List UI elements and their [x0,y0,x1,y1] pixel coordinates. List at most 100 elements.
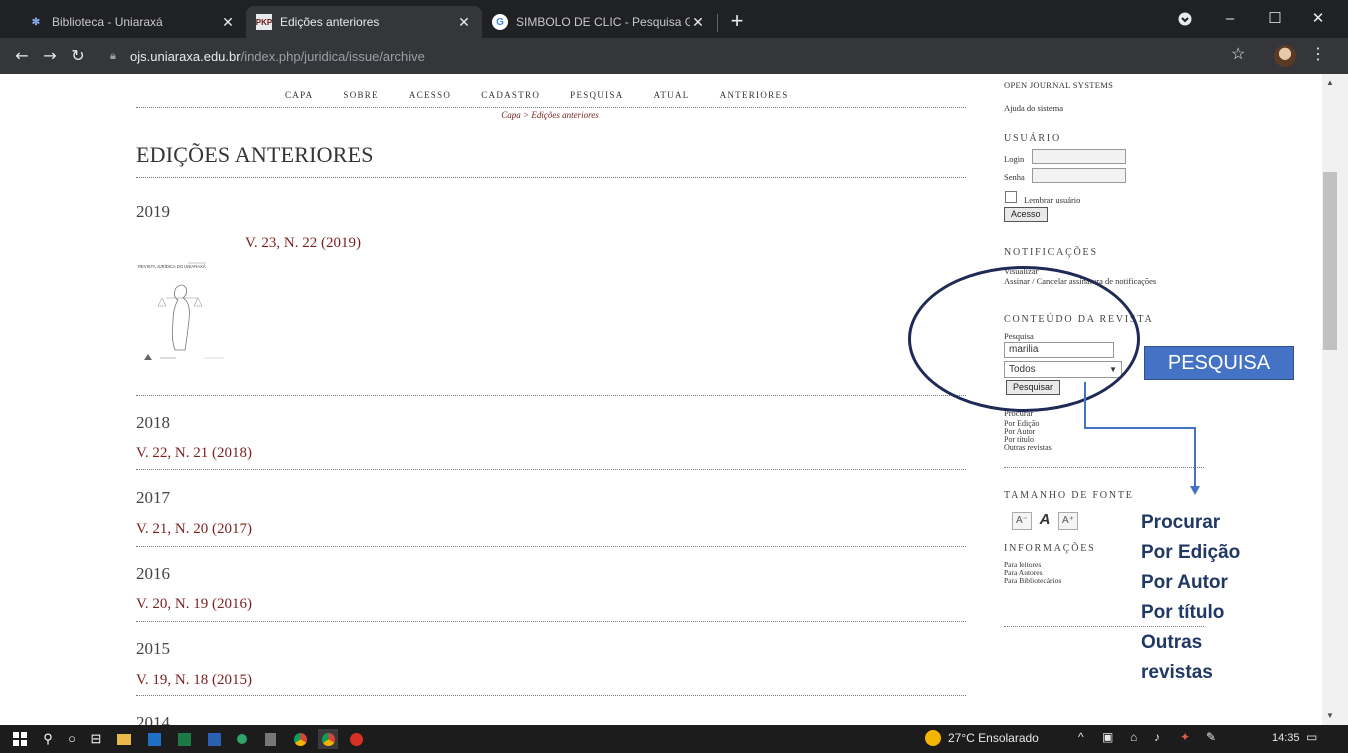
password-input[interactable] [1032,168,1126,183]
user-heading: USUÁRIO [1004,133,1062,144]
scroll-up-icon[interactable]: ▲ [1323,76,1337,90]
sun-icon [925,730,941,746]
search-icon[interactable]: ⚲ [38,729,58,749]
nav-acesso[interactable]: ACESSO [409,90,451,100]
nav-atual[interactable]: ATUAL [654,90,690,100]
chevron-up-icon[interactable]: ^ [1078,730,1084,744]
issue-link-2015[interactable]: V. 19, N. 18 (2015) [136,672,252,689]
notification-center-icon[interactable]: ▭ [1306,730,1317,744]
tab-title: Biblioteca - Uniaraxá [52,15,163,29]
divider [136,469,966,470]
help-link[interactable]: Ajuda do sistema [1004,103,1063,113]
close-window-button[interactable]: ✕ [1298,6,1338,32]
tray-red-icon[interactable]: ✦ [1180,730,1190,744]
page-title: EDIÇÕES ANTERIORES [136,142,374,167]
forward-arrow-icon[interactable]: → [38,44,62,68]
browser-tab-strip: ✻ Biblioteca - Uniaraxá ✕ PKP Edições an… [0,0,1348,38]
calculator-icon[interactable] [260,729,280,749]
weather-widget[interactable]: 27°C Ensolarado [925,730,1039,746]
breadcrumb[interactable]: Capa > Edições anteriores [0,110,1100,120]
divider [136,177,966,178]
issue-link-2016[interactable]: V. 20, N. 19 (2016) [136,596,252,613]
windows-start-icon[interactable] [10,729,30,749]
volume-icon[interactable]: ♪ [1154,730,1160,744]
year-heading-2017: 2017 [136,488,170,507]
font-size-heading: TAMANHO DE FONTE [1004,490,1134,501]
for-librarians-link[interactable]: Para Bibliotecários [1004,577,1061,585]
cortana-icon[interactable]: ○ [62,729,82,749]
kebab-menu-icon[interactable]: ⋮ [1310,44,1326,64]
notifications-heading: NOTIFICAÇÕES [1004,247,1098,258]
login-input[interactable] [1032,149,1126,164]
tab-separator [717,14,718,32]
minimize-button[interactable]: – [1210,6,1250,32]
font-normal-button[interactable]: A [1035,512,1055,530]
year-heading-2016: 2016 [136,564,170,583]
network-icon[interactable]: ⌂ [1130,730,1137,744]
ojs-label[interactable]: OPEN JOURNAL SYSTEMS [1004,80,1113,90]
nav-sobre[interactable]: SOBRE [343,90,379,100]
chrome-active-icon[interactable] [318,729,338,749]
excel-icon[interactable] [174,729,194,749]
font-large-button[interactable]: A⁺ [1058,512,1078,530]
tab-title: SIMBOLO DE CLIC - Pesquisa Go [516,15,690,29]
tab-close-icon[interactable]: ✕ [220,14,236,31]
year-heading-2019: 2019 [136,202,170,221]
extension-icon[interactable] [1165,6,1205,32]
divider [136,395,966,396]
other-journals-link[interactable]: Outras revistas [1004,443,1052,453]
word-icon[interactable] [204,729,224,749]
tab-close-icon[interactable]: ✕ [690,14,706,31]
back-arrow-icon[interactable]: ← [10,44,34,68]
lock-icon: 🔒︎ [110,50,116,62]
tab-biblioteca[interactable]: ✻ Biblioteca - Uniaraxá ✕ [18,6,246,38]
information-heading: INFORMAÇÕES [1004,543,1096,554]
profile-avatar[interactable] [1274,45,1296,67]
tab-close-icon[interactable]: ✕ [456,14,472,31]
annotation-item: Por Autor [1141,572,1228,593]
password-label: Senha [1004,172,1025,182]
annotation-item: Por Edição [1141,542,1241,563]
font-small-button[interactable]: A⁻ [1012,512,1032,530]
outlook-icon[interactable] [144,729,164,749]
scrollbar-thumb[interactable] [1323,172,1337,350]
bookmark-star-icon[interactable]: ☆ [1231,44,1245,64]
google-favicon-icon: G [492,14,508,30]
tab-edicoes-anteriores[interactable]: PKP Edições anteriores ✕ [246,6,482,38]
highlight-ellipse [908,266,1140,412]
scroll-down-icon[interactable]: ▼ [1323,709,1337,723]
cover-title-text: REVISTA JURÍDICA DO UNIARAXÁ [138,264,206,269]
task-view-icon[interactable]: ⊟ [86,729,106,749]
new-tab-button[interactable]: + [724,9,750,35]
tray-app-icon[interactable]: ▣ [1102,730,1113,744]
access-button[interactable]: Acesso [1004,207,1048,222]
divider [136,107,966,108]
chrome-icon[interactable] [290,729,310,749]
file-explorer-icon[interactable] [114,729,134,749]
pesquisa-annotation-label: PESQUISA [1144,346,1294,380]
year-heading-2014: 2014 [136,713,170,725]
library-favicon-icon: ✻ [31,16,41,28]
issue-link-2018[interactable]: V. 22, N. 21 (2018) [136,445,252,462]
issue-cover-image[interactable]: REVISTA JURÍDICA DO UNIARAXÁ [136,258,232,368]
issue-link-2017[interactable]: V. 21, N. 20 (2017) [136,521,252,538]
clock-time[interactable]: 14:35 [1272,732,1300,744]
year-heading-2015: 2015 [136,639,170,658]
reload-icon[interactable]: ↻ [66,44,90,68]
nav-pesquisa[interactable]: PESQUISA [570,90,623,100]
login-label: Login [1004,154,1025,164]
ojs-favicon-icon: PKP [256,14,272,30]
nav-anteriores[interactable]: ANTERIORES [720,90,789,100]
app-icon[interactable] [232,729,252,749]
browse-annotation-list: Procurar Por Edição Por Autor Por título… [1141,508,1261,688]
app-red-icon[interactable] [346,729,366,749]
pen-icon[interactable]: ✎ [1206,730,1216,744]
nav-cadastro[interactable]: CADASTRO [481,90,540,100]
url-path: /index.php/juridica/issue/archive [240,48,425,64]
issue-link-2019[interactable]: V. 23, N. 22 (2019) [245,235,361,252]
tab-google-search[interactable]: G SIMBOLO DE CLIC - Pesquisa Go ✕ [482,6,716,38]
remember-checkbox[interactable] [1005,191,1017,203]
address-bar[interactable]: 🔒︎ ojs.uniaraxa.edu.br/index.php/juridic… [110,43,1270,69]
nav-capa[interactable]: CAPA [285,90,313,100]
maximize-button[interactable]: ☐ [1255,6,1295,32]
